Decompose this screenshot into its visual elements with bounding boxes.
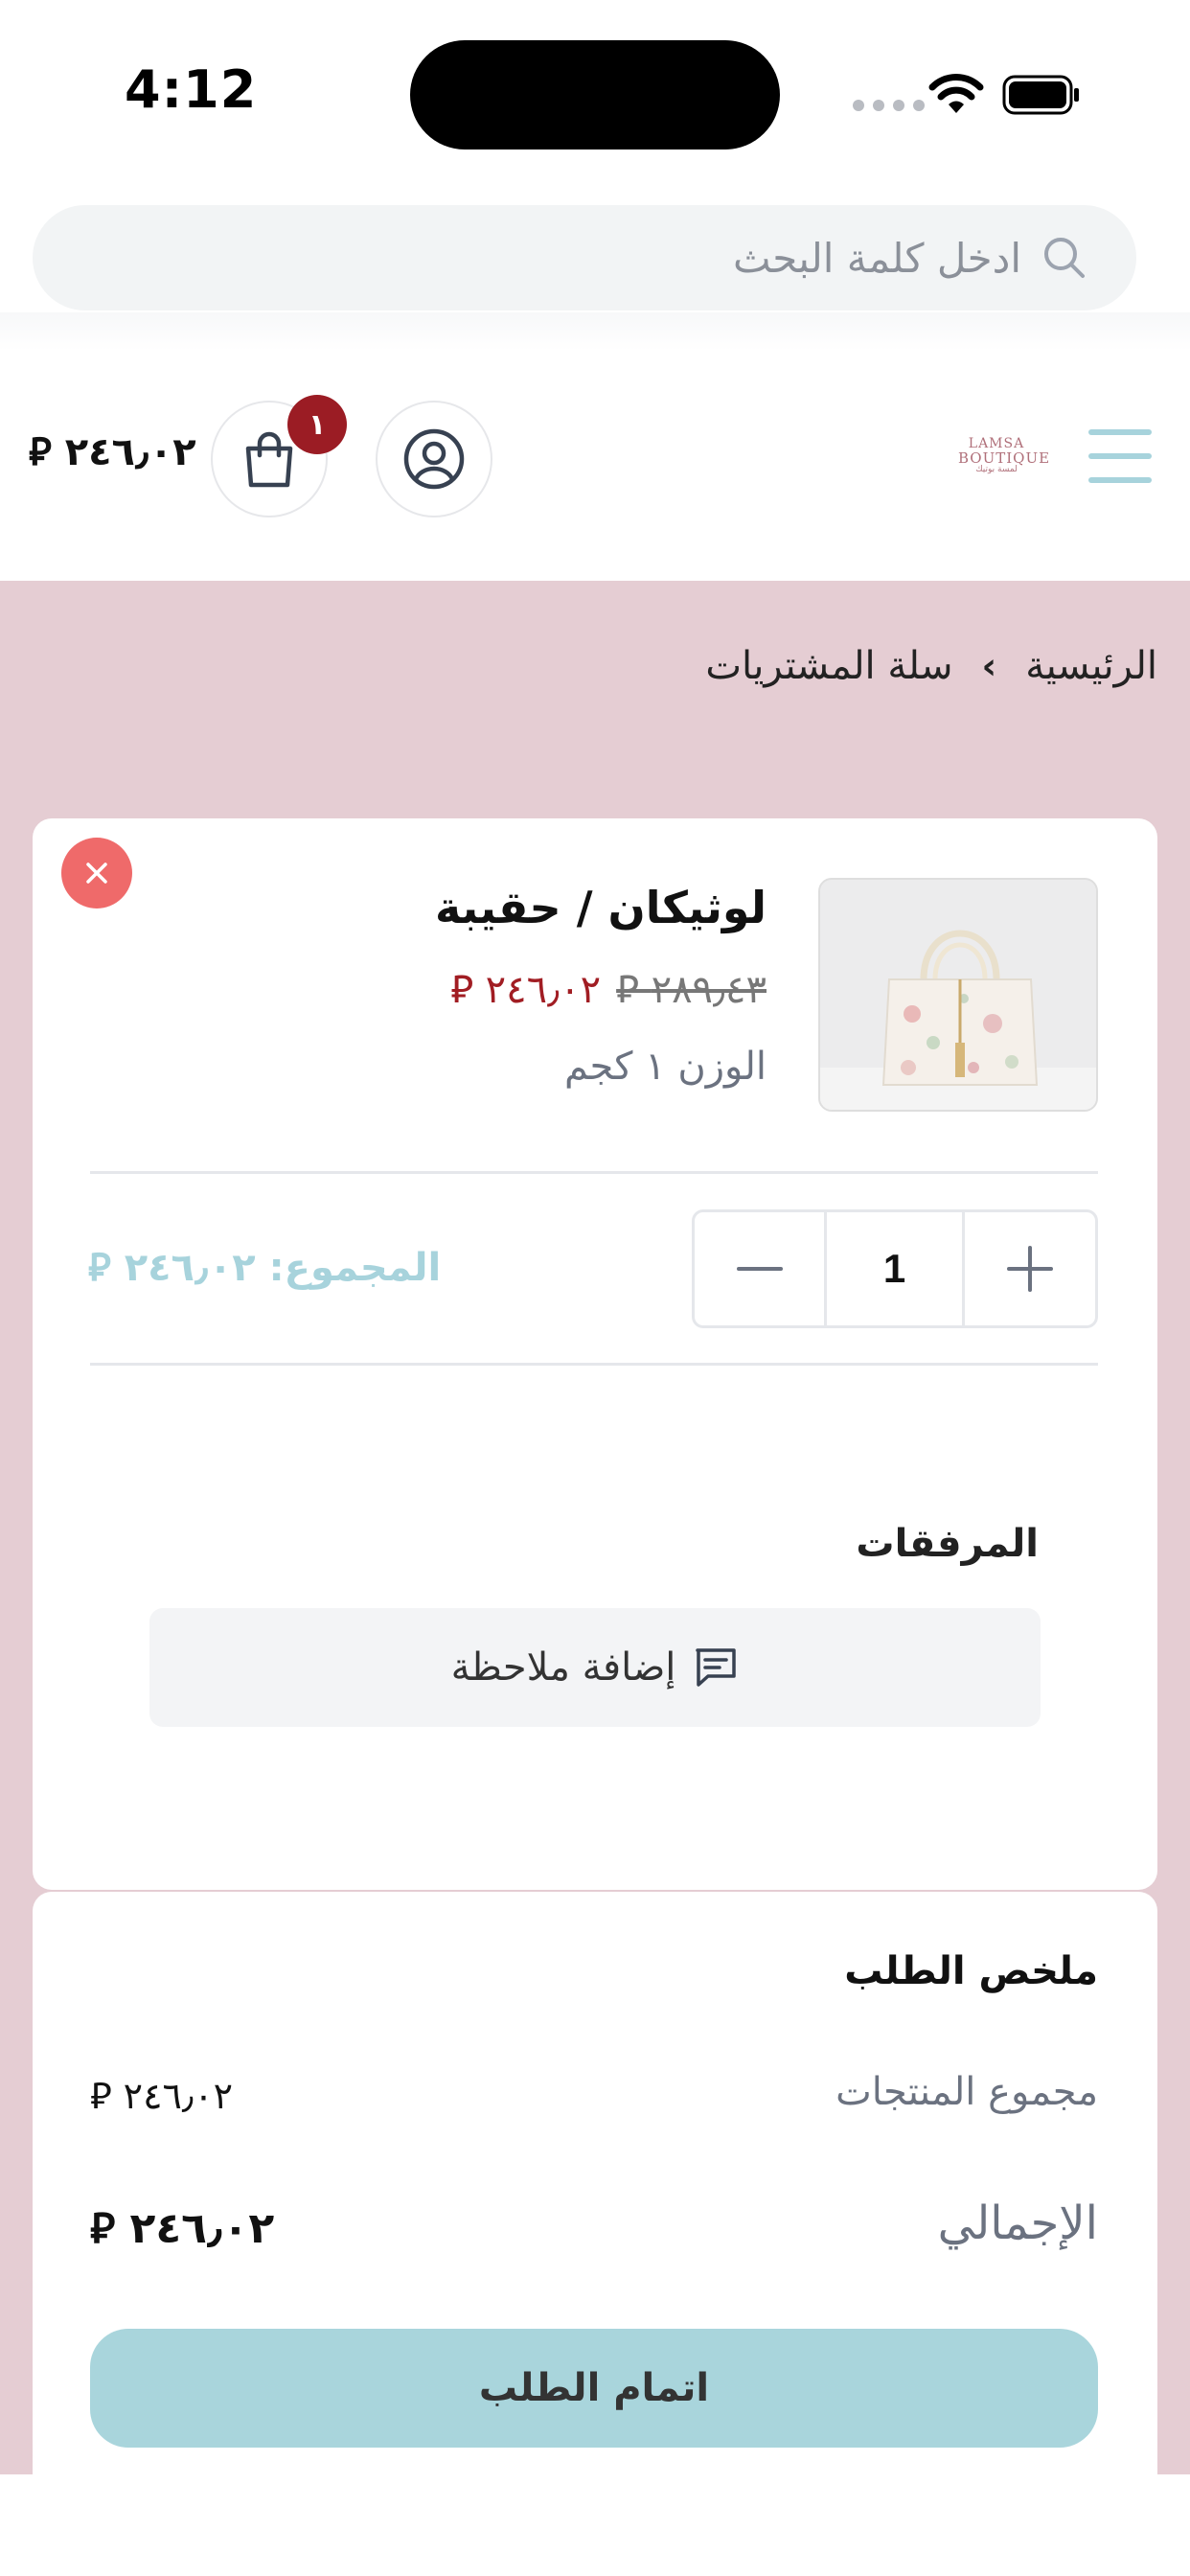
breadcrumb: الرئيسية › سلة المشتريات [705, 644, 1157, 688]
plus-icon [1007, 1246, 1053, 1292]
battery-icon [1002, 75, 1081, 115]
account-button[interactable] [376, 401, 492, 518]
add-note-button[interactable]: إضافة ملاحظة [149, 1608, 1041, 1727]
product-weight: الوزن ١ كجم [563, 1045, 767, 1089]
wifi-icon [927, 71, 985, 115]
checkout-button[interactable]: اتمام الطلب [90, 2329, 1098, 2448]
products-total-label: مجموع المنتجات [835, 2070, 1098, 2114]
close-icon [83, 860, 110, 886]
shopping-bag-icon [241, 429, 297, 489]
cart-count-badge: ١ [287, 395, 347, 454]
add-note-label: إضافة ملاحظة [450, 1645, 676, 1690]
decrease-quantity-button[interactable] [695, 1212, 827, 1325]
sale-price: ٢٤٦٫٠٢ ⃁ [450, 968, 602, 1012]
increase-quantity-button[interactable] [965, 1212, 1095, 1325]
search-bar[interactable] [33, 205, 1136, 310]
breadcrumb-current: سلة المشتريات [705, 644, 953, 688]
chevron-right-icon: › [981, 645, 997, 687]
product-image[interactable] [818, 878, 1098, 1112]
divider [90, 1363, 1098, 1366]
grand-total-value: ٢٤٦٫٠٢ ⃁ [90, 2204, 275, 2253]
header-shadow [0, 312, 1190, 351]
products-total-value: ٢٤٦٫٠٢ ⃁ [90, 2075, 234, 2117]
product-name[interactable]: لوثيكان / حقيبة [435, 882, 767, 933]
status-time: 4:12 [125, 59, 258, 120]
quantity-stepper[interactable]: 1 [692, 1209, 1098, 1328]
hamburger-menu-icon[interactable] [1088, 429, 1152, 483]
divider [90, 1171, 1098, 1174]
grand-total-label: الإجمالي [937, 2196, 1098, 2250]
message-square-icon [693, 1645, 739, 1690]
search-icon[interactable] [1041, 234, 1088, 282]
logo-text-line3: لمسة بوتيك [975, 465, 1018, 475]
dynamic-island [410, 40, 780, 150]
breadcrumb-home[interactable]: الرئيسية [1025, 644, 1157, 688]
order-summary-title: ملخص الطلب [844, 1949, 1098, 1993]
header-cart-total: ٢٤٦٫٠٢ ⃁ [29, 430, 196, 474]
attachments-title: المرفقات [856, 1522, 1039, 1566]
old-price: ٢٨٩٫٤٣ ⃁ [616, 968, 767, 1012]
minus-icon [736, 1266, 783, 1272]
store-logo[interactable]: LAMSA BOUTIQUE لمسة بوتيك [958, 437, 1051, 475]
quantity-value[interactable]: 1 [827, 1212, 965, 1325]
logo-text-line2: BOUTIQUE [958, 448, 1051, 467]
user-circle-icon [402, 427, 466, 491]
search-input[interactable] [159, 205, 1021, 310]
product-price: ٢٨٩٫٤٣ ⃁ ٢٤٦٫٠٢ ⃁ [450, 964, 767, 1014]
cellular-signal-icon [853, 100, 925, 111]
item-subtotal: المجموع: ٢٤٦٫٠٢ ⃁ [88, 1246, 442, 1290]
remove-item-button[interactable] [61, 838, 132, 908]
